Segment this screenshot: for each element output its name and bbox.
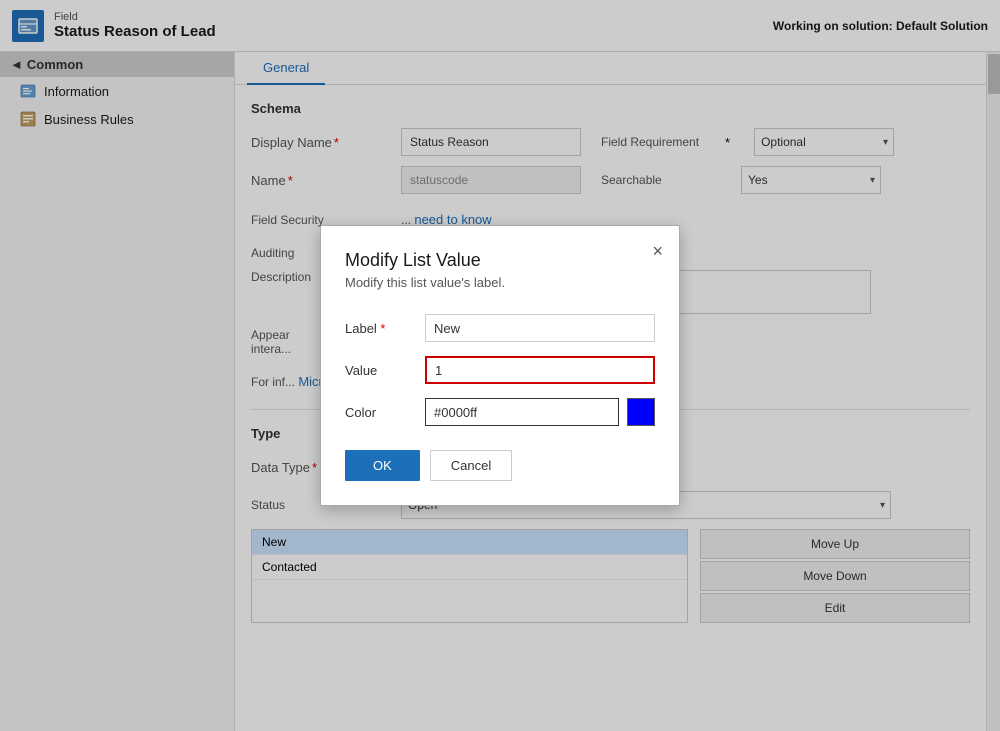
- label-field-row: Label *: [345, 314, 655, 342]
- dialog-overlay: × Modify List Value Modify this list val…: [0, 0, 1000, 731]
- dialog-subtitle: Modify this list value's label.: [345, 275, 655, 290]
- color-field-row: Color: [345, 398, 655, 426]
- color-field-label: Color: [345, 405, 425, 420]
- dialog-title: Modify List Value: [345, 250, 655, 271]
- ok-button[interactable]: OK: [345, 450, 420, 481]
- color-field-input[interactable]: [425, 398, 619, 426]
- dialog-close-button[interactable]: ×: [652, 242, 663, 260]
- label-field-label: Label *: [345, 321, 425, 336]
- color-swatch[interactable]: [627, 398, 655, 426]
- label-field-input[interactable]: [425, 314, 655, 342]
- modify-list-value-dialog: × Modify List Value Modify this list val…: [320, 225, 680, 506]
- dialog-buttons: OK Cancel: [345, 450, 655, 481]
- value-field-row: Value: [345, 356, 655, 384]
- value-field-label: Value: [345, 363, 425, 378]
- cancel-button[interactable]: Cancel: [430, 450, 512, 481]
- value-field-input[interactable]: [425, 356, 655, 384]
- color-input-group: [425, 398, 655, 426]
